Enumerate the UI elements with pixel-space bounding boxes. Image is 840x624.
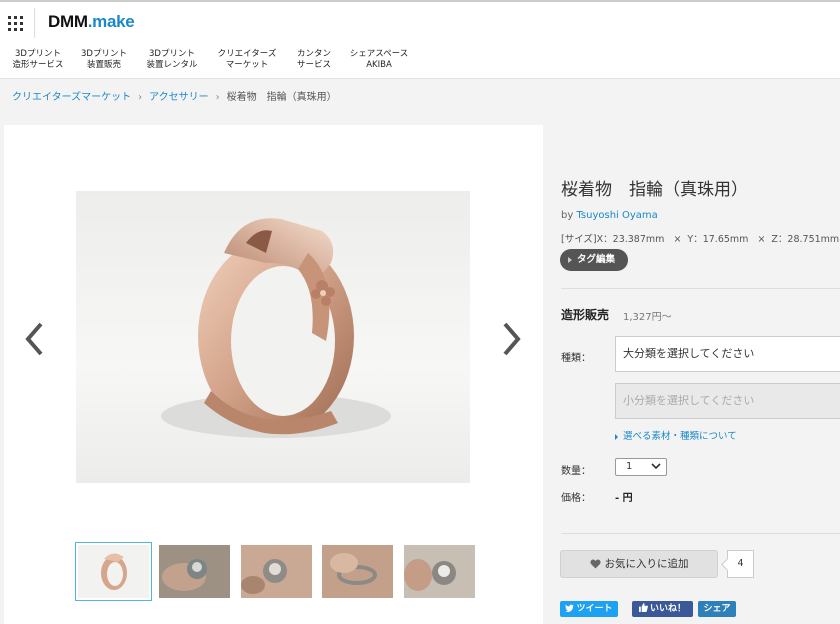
app-grid-icon[interactable]: [8, 16, 24, 32]
thumbnail-ring-render: [101, 553, 127, 590]
category-select[interactable]: 大分類を選択してください: [615, 336, 840, 372]
add-favorite-button[interactable]: お気に入りに追加: [560, 550, 718, 578]
thumbnail-photo: [162, 559, 207, 591]
subcategory-select[interactable]: 小分類を選択してください: [615, 383, 840, 419]
breadcrumb-separator: ›: [138, 92, 143, 103]
quantity-label: 数量：: [561, 466, 591, 477]
thumbnail-3[interactable]: [241, 545, 312, 598]
site-header: DMM.make 3Dプリント 造形サービス 3Dプリント 装置販売 3Dプリン…: [0, 0, 840, 79]
tweet-button[interactable]: ツイート: [560, 601, 618, 617]
thumbnail-photo: [322, 545, 393, 598]
nav-item-3d-printer-sales[interactable]: 3Dプリント 装置販売: [78, 49, 130, 71]
thumbnail-2[interactable]: [159, 545, 230, 598]
quantity-value: 1: [626, 461, 633, 472]
thumbnail-photo: [404, 545, 475, 598]
tweet-label: ツイート: [576, 604, 613, 614]
breadcrumb-separator: ›: [215, 92, 220, 103]
product-title: 桜着物 指輪（真珠用）: [561, 180, 748, 200]
author-link[interactable]: Tsuyoshi Oyama: [576, 210, 657, 221]
section-divider: [561, 533, 840, 534]
type-label: 種類：: [561, 353, 591, 364]
price-value: - 円: [615, 493, 633, 504]
materials-info-link[interactable]: 選べる素材・種類について: [615, 428, 737, 442]
add-favorite-label: お気に入りに追加: [604, 558, 689, 570]
logo-text-dmm: DMM: [48, 12, 88, 31]
size-z: Z：28.751mm: [771, 234, 840, 245]
product-size: [サイズ]X：23.387mm × Y：17.65mm × Z：28.751mm: [561, 231, 839, 245]
nav-item-3d-printer-rental[interactable]: 3Dプリント 装置レンタル: [143, 49, 201, 71]
thumbnail-5[interactable]: [404, 545, 475, 598]
nav-item-3d-print-service[interactable]: 3Dプリント 造形サービス: [11, 49, 65, 71]
breadcrumb: クリエイターズマーケット › アクセサリー › 桜着物 指輪（真珠用）: [12, 88, 337, 103]
sale-label: 造形販売: [561, 308, 610, 322]
favorite-count: 4: [727, 550, 754, 578]
price-label: 価格：: [561, 493, 591, 504]
nav-item-creators-market[interactable]: クリエイターズ マーケット: [214, 49, 280, 71]
size-y: Y：17.65mm: [687, 234, 749, 245]
ring-image: [161, 218, 391, 438]
nav-item-sharespace-akiba[interactable]: シェアスペース AKIBA: [347, 49, 411, 71]
chevron-left-icon: [25, 322, 43, 356]
product-info-panel: 桜着物 指輪（真珠用） by Tsuyoshi Oyama [サイズ]X：23.…: [545, 125, 840, 624]
chevron-down-icon: [651, 463, 661, 470]
product-author-line: by Tsuyoshi Oyama: [561, 210, 658, 221]
by-prefix: by: [561, 210, 574, 221]
breadcrumb-current: 桜着物 指輪（真珠用）: [226, 92, 337, 103]
product-main-image[interactable]: [76, 191, 470, 483]
size-x: X：23.387mm: [596, 234, 665, 245]
logo-text-make: .make: [87, 12, 135, 31]
size-times: ×: [757, 234, 766, 245]
materials-link-label: 選べる素材・種類について: [623, 431, 737, 442]
thumbs-up-icon: [638, 603, 648, 612]
twitter-bird-icon: [565, 604, 575, 613]
facebook-like-button[interactable]: いいね！: [632, 601, 693, 617]
nav-item-easy-service[interactable]: カンタン サービス: [292, 49, 336, 71]
like-label: いいね！: [649, 604, 686, 614]
heart-icon: [589, 559, 601, 569]
chevron-right-icon: [503, 322, 521, 356]
share-button[interactable]: シェア: [698, 601, 736, 617]
section-divider: [561, 288, 840, 289]
quantity-select[interactable]: 1: [615, 458, 667, 476]
size-times: ×: [673, 234, 682, 245]
sale-price: 1,327円〜: [623, 312, 672, 323]
triangle-right-icon: [568, 257, 572, 263]
dmm-make-logo[interactable]: DMM.make: [48, 12, 135, 32]
product-gallery: [4, 125, 543, 624]
header-divider: [34, 8, 35, 38]
breadcrumb-accessories[interactable]: アクセサリー: [149, 92, 209, 103]
thumbnail-4[interactable]: [322, 545, 393, 598]
triangle-right-icon: [615, 433, 618, 440]
gallery-prev-button[interactable]: [24, 321, 46, 357]
tag-edit-label: タグ編集: [577, 254, 616, 265]
thumbnail-photo: [241, 545, 312, 598]
thumbnail-1[interactable]: [75, 542, 152, 601]
breadcrumb-creators-market[interactable]: クリエイターズマーケット: [12, 92, 131, 103]
tag-edit-button[interactable]: タグ編集: [560, 249, 628, 271]
size-label: [サイズ]: [561, 234, 597, 245]
gallery-next-button[interactable]: [500, 321, 522, 357]
